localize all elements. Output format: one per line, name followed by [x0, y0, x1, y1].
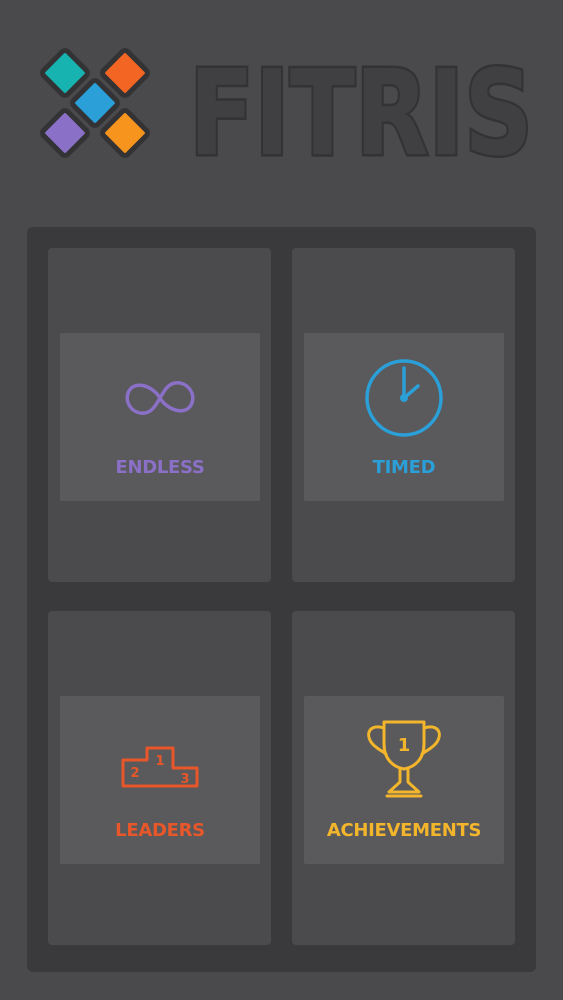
logo-mark-icon: [40, 48, 150, 158]
app-title-text: FITRIS: [189, 52, 533, 167]
clock-icon: [365, 359, 443, 437]
endless-card[interactable]: ENDLESS: [60, 333, 260, 501]
main-menu-screen: FITRIS ENDLESS TIMED 1 2 3 LEADERS 1 ACH…: [0, 0, 563, 1000]
podium-icon: 1 2 3: [121, 746, 199, 788]
achievements-card[interactable]: 1 ACHIEVEMENTS: [304, 696, 504, 864]
leaders-button[interactable]: 1 2 3 LEADERS: [48, 611, 271, 945]
trophy-rank: 1: [398, 735, 411, 756]
podium-place-2: 2: [130, 766, 139, 781]
endless-label: ENDLESS: [115, 457, 205, 478]
achievements-label: ACHIEVEMENTS: [326, 820, 482, 841]
infinity-icon: [125, 381, 195, 415]
achievements-button[interactable]: 1 ACHIEVEMENTS: [292, 611, 515, 945]
podium-place-1: 1: [155, 754, 164, 769]
leaders-label: LEADERS: [115, 820, 205, 841]
leaders-card[interactable]: 1 2 3 LEADERS: [60, 696, 260, 864]
endless-mode-button[interactable]: ENDLESS: [48, 248, 271, 582]
podium-place-3: 3: [180, 772, 189, 787]
timed-mode-button[interactable]: TIMED: [292, 248, 515, 582]
timed-card[interactable]: TIMED: [304, 333, 504, 501]
app-title: FITRIS: [187, 52, 536, 167]
trophy-icon: 1: [367, 720, 441, 798]
timed-label: TIMED: [372, 457, 436, 478]
